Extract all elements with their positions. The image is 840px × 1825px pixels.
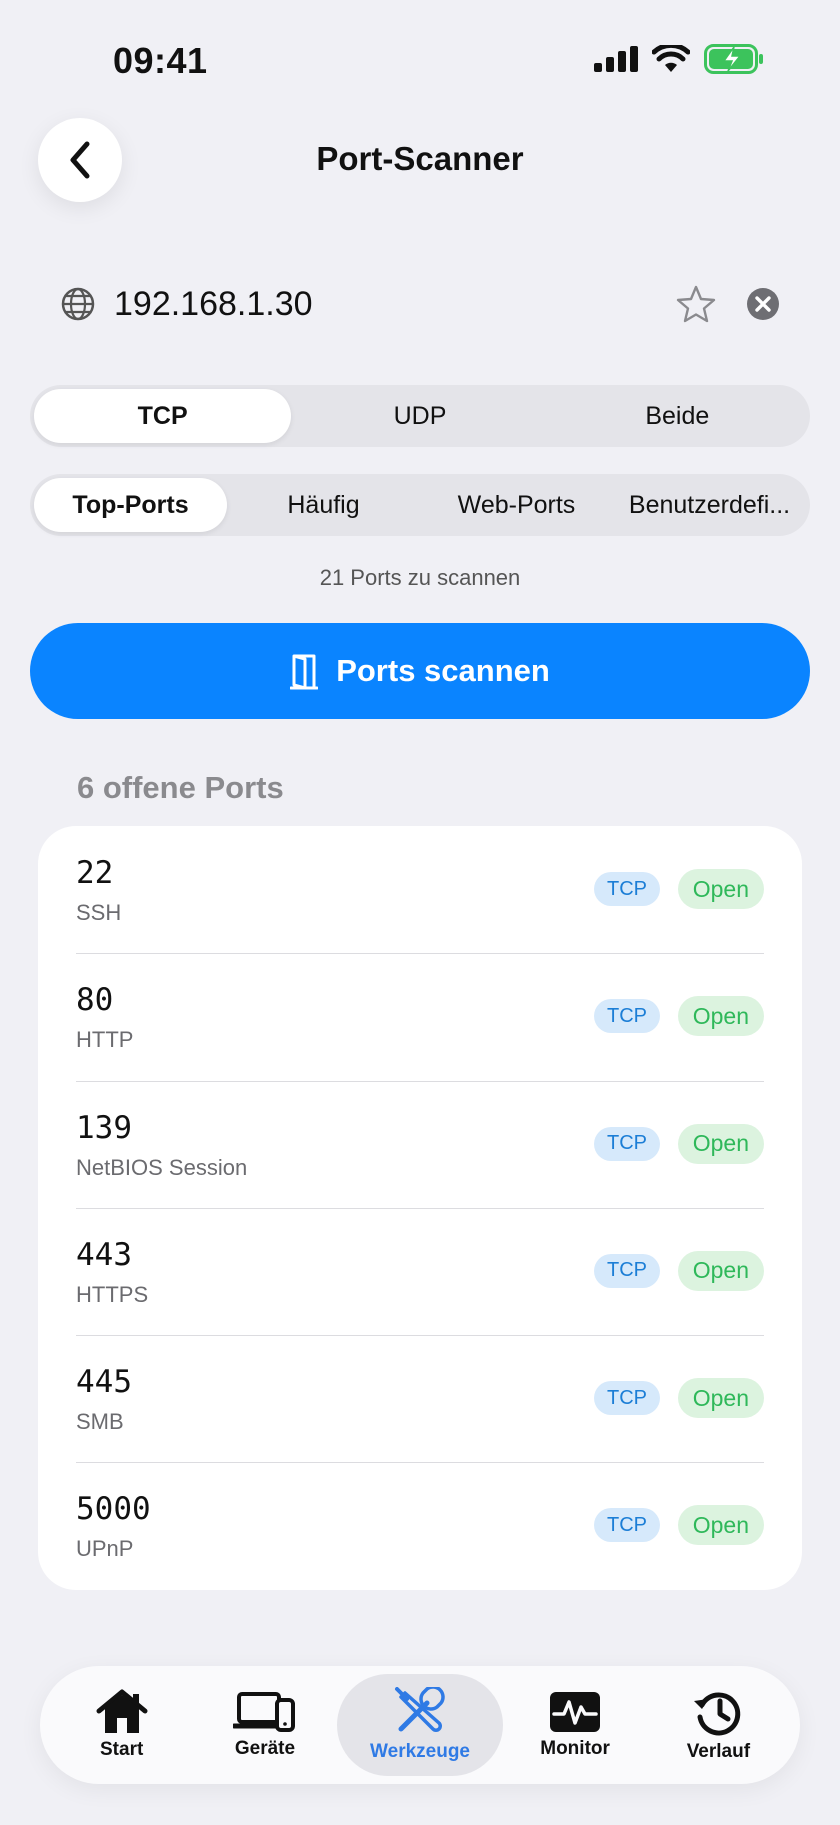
port-number: 139 [76, 1109, 132, 1146]
scan-ports-button[interactable]: Ports scannen [30, 623, 810, 719]
tab-label: Werkzeuge [370, 1741, 470, 1762]
port-number: 445 [76, 1364, 132, 1401]
address-input[interactable]: 192.168.1.30 [114, 285, 313, 324]
port-row[interactable]: 80 HTTP TCP Open [38, 953, 802, 1080]
port-row[interactable]: 445 SMB TCP Open [38, 1335, 802, 1462]
protocol-badge: TCP [594, 1253, 660, 1288]
tab-label: Start [100, 1739, 144, 1760]
port-number: 80 [76, 982, 114, 1019]
tab-label: Monitor [540, 1738, 610, 1759]
port-number: 22 [76, 855, 114, 891]
preset-option-common[interactable]: Häufig [227, 478, 420, 532]
protocol-segmented-control: TCP UDP Beide [30, 385, 810, 447]
page-title: Port-Scanner [316, 140, 524, 177]
door-icon [290, 654, 319, 690]
port-service: SSH [76, 900, 122, 925]
tools-icon [395, 1687, 445, 1732]
house-icon [96, 1689, 148, 1733]
nav-bar: Port-Scanner [0, 118, 840, 202]
port-row[interactable]: 443 HTTPS TCP Open [38, 1207, 802, 1335]
state-badge: Open [677, 1123, 764, 1164]
tab-history[interactable]: Verlauf [647, 1674, 790, 1776]
port-count-label: 21 Ports zu scannen [319, 565, 521, 590]
port-preset-segmented-control: Top-Ports Häufig Web-Ports Benutzerdefi.… [30, 474, 810, 536]
favorite-star-icon[interactable] [676, 284, 716, 324]
port-row[interactable]: 139 NetBIOS Session TCP Open [38, 1080, 802, 1208]
state-badge: Open [677, 996, 764, 1037]
preset-option-top-ports[interactable]: Top-Ports [34, 478, 227, 532]
state-badge: Open [677, 1378, 764, 1419]
tab-tools[interactable]: Werkzeuge [336, 1674, 504, 1776]
open-ports-list: 22 SSH TCP Open 80 HTTP TCP Open 139 Net… [38, 826, 802, 1590]
protocol-badge: TCP [594, 1508, 660, 1543]
state-badge: Open [677, 869, 764, 909]
tab-label: Geräte [234, 1738, 296, 1759]
protocol-badge: TCP [594, 999, 660, 1034]
port-number: 443 [76, 1236, 132, 1273]
protocol-option-tcp[interactable]: TCP [34, 389, 292, 443]
cellular-signal-icon [594, 46, 638, 72]
protocol-option-udp[interactable]: UDP [291, 389, 548, 443]
state-badge: Open [677, 1505, 764, 1546]
address-row: 192.168.1.30 [60, 280, 780, 330]
devices-icon [232, 1692, 295, 1732]
wifi-icon [652, 45, 690, 72]
tab-label: Verlauf [686, 1741, 751, 1762]
open-ports-header: 6 offene Ports [77, 770, 284, 805]
history-icon [694, 1692, 741, 1736]
scan-ports-label: Ports scannen [336, 653, 550, 688]
clear-icon[interactable] [746, 287, 780, 321]
tab-start[interactable]: Start [50, 1674, 193, 1776]
protocol-badge: TCP [594, 1126, 660, 1161]
port-row[interactable]: 5000 UPnP TCP Open [38, 1462, 802, 1589]
port-service: NetBIOS Session [76, 1154, 248, 1180]
port-row[interactable]: 22 SSH TCP Open [38, 826, 802, 953]
port-service: UPnP [76, 1536, 134, 1562]
status-time: 09:41 [113, 40, 208, 81]
battery-charging-icon [704, 44, 763, 74]
preset-option-custom[interactable]: Benutzerdefi... [613, 478, 806, 532]
globe-icon [61, 287, 95, 321]
tab-bar: Start Geräte Werkzeuge Monitor Verlauf [40, 1666, 800, 1784]
preset-option-web-ports[interactable]: Web-Ports [420, 478, 613, 532]
state-badge: Open [677, 1250, 764, 1291]
port-service: HTTPS [76, 1281, 149, 1307]
tab-monitor[interactable]: Monitor [503, 1674, 646, 1776]
status-bar: 09:41 [0, 0, 840, 120]
protocol-badge: TCP [594, 872, 660, 906]
tab-devices[interactable]: Geräte [193, 1674, 336, 1776]
port-service: HTTP [76, 1027, 134, 1053]
monitor-icon [550, 1692, 601, 1732]
protocol-option-both[interactable]: Beide [549, 389, 806, 443]
port-service: SMB [76, 1409, 124, 1435]
port-number: 5000 [76, 1491, 151, 1528]
status-icons [594, 44, 764, 74]
protocol-badge: TCP [594, 1381, 660, 1416]
